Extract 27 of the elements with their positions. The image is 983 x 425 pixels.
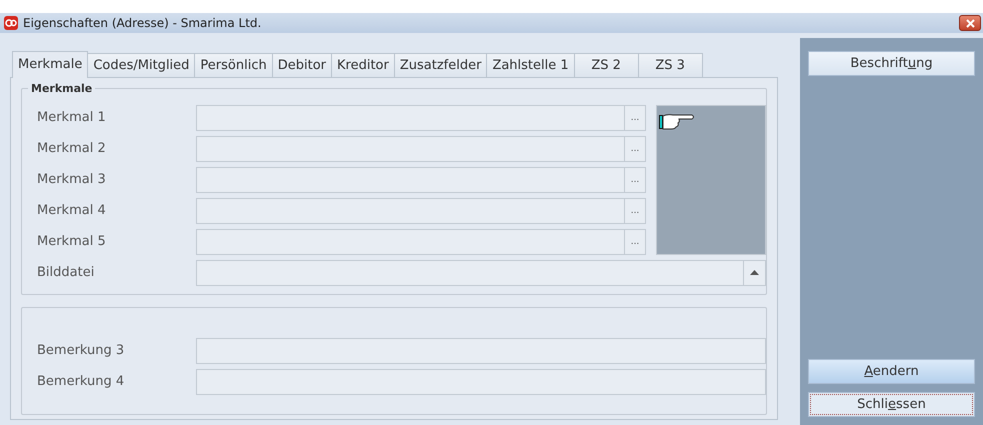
tab[interactable]: Merkmale — [12, 51, 88, 78]
close-icon — [966, 18, 974, 28]
image-file-field[interactable] — [196, 260, 766, 286]
field-label: Merkmal 5 — [37, 233, 107, 252]
text-field[interactable] — [196, 338, 766, 364]
field-label: Merkmal 2 — [37, 140, 107, 158]
up-arrow-icon — [750, 270, 759, 275]
tab[interactable]: ZS 3 — [638, 53, 703, 77]
action-button[interactable]: Aendern — [808, 359, 975, 384]
text-field[interactable]: ... — [196, 105, 646, 131]
text-field[interactable] — [196, 369, 766, 395]
field-label: Bemerkung 3 — [37, 342, 126, 360]
field-label: Merkmal 3 — [37, 171, 107, 190]
field-label: Merkmal 1 — [37, 109, 107, 128]
text-field[interactable]: ... — [196, 229, 646, 255]
app-icon — [4, 16, 18, 30]
field-label: Bilddatei — [37, 264, 96, 282]
text-field[interactable]: ... — [196, 136, 646, 162]
window-title: Eigenschaften (Adresse) - Smarima Ltd. — [23, 15, 262, 32]
action-button[interactable]: Schliessen — [808, 392, 975, 417]
field-label: Merkmal 4 — [37, 202, 107, 220]
pointing-hand-icon — [659, 112, 695, 132]
close-button[interactable] — [959, 15, 981, 31]
text-field[interactable]: ... — [196, 167, 646, 193]
text-field[interactable]: ... — [196, 198, 646, 224]
field-label: Bemerkung 4 — [37, 373, 126, 392]
action-button[interactable]: Beschriftung — [808, 51, 975, 76]
